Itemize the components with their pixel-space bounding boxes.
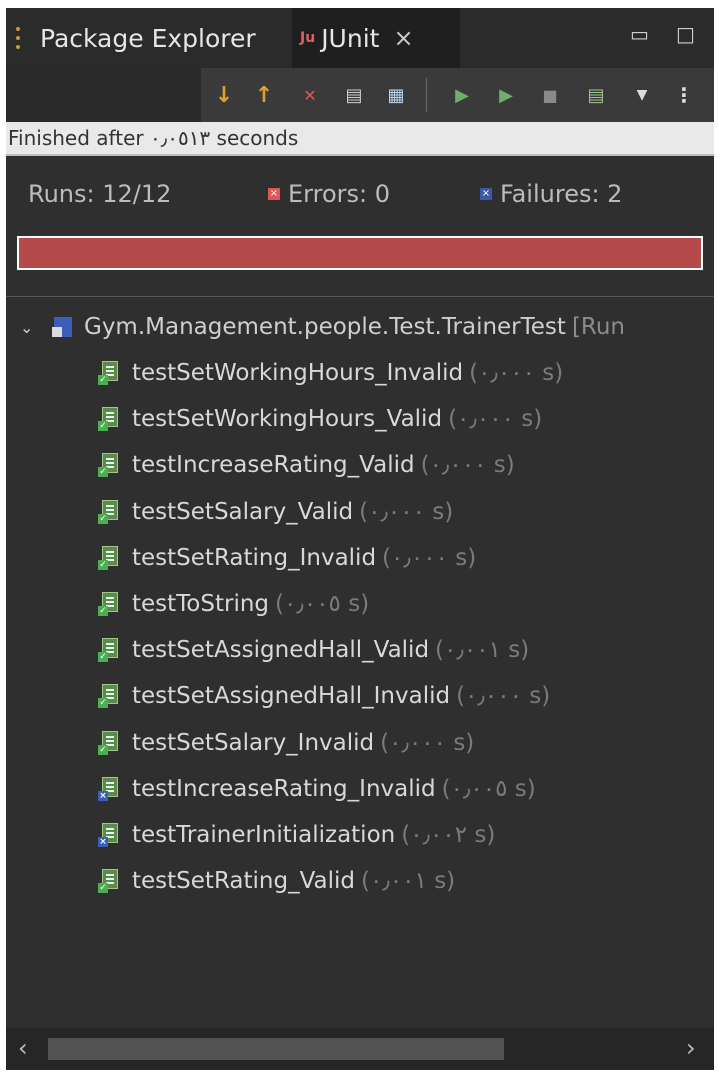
failures-label: Failures: 2: [500, 180, 623, 208]
test-suite-icon: [52, 317, 72, 337]
test-case-time: (٠٫٠٠٠ s): [420, 452, 515, 478]
test-case-row[interactable]: ✓ testSetRating_Invalid (٠٫٠٠٠ s): [98, 541, 476, 575]
test-case-time: (٠٫٠٠٥ s): [275, 591, 370, 617]
test-passed-icon: ✓: [98, 638, 120, 662]
test-case-row[interactable]: ✓ testIncreaseRating_Valid (٠٫٠٠٠ s): [98, 448, 515, 482]
test-case-name: testSetWorkingHours_Valid: [132, 406, 443, 432]
rerun-failed-icon[interactable]: ▶: [492, 81, 520, 109]
failures-counter: × Failures: 2: [480, 180, 622, 208]
test-case-row[interactable]: ✓ testSetSalary_Valid (٠٫٠٠٠ s): [98, 495, 453, 529]
junit-view: Package Explorer Ju JUnit × ▭ □ ↓ ↑ ✕ ▤ …: [6, 8, 714, 1070]
scrollbar-thumb[interactable]: [48, 1038, 504, 1060]
test-passed-icon: ✓: [98, 500, 120, 524]
test-passed-icon: ✓: [98, 361, 120, 385]
test-case-time: (٠٫٠٠٠ s): [469, 360, 564, 386]
test-case-row[interactable]: ✓ testToString (٠٫٠٠٥ s): [98, 587, 369, 621]
chevron-right-icon[interactable]: ›: [686, 1034, 696, 1062]
test-case-time: (٠٫٠٠١ s): [361, 868, 456, 894]
test-failed-icon: ×: [98, 777, 120, 801]
test-case-name: testSetSalary_Valid: [132, 499, 354, 525]
test-suite-label: Gym.Management.people.Test.TrainerTest: [84, 314, 566, 340]
test-passed-icon: ✓: [98, 869, 120, 893]
toolbar: ↓ ↑ ✕ ▤ ▦ ▶ ▶ ■ ▤ ▼ ⋮: [6, 68, 714, 122]
test-case-row[interactable]: × testTrainerInitialization (٠٫٠٠٢ s): [98, 818, 495, 852]
failure-icon: ×: [480, 188, 492, 200]
dropdown-icon[interactable]: ▼: [628, 81, 656, 109]
previous-failure-icon[interactable]: ↑: [250, 81, 278, 109]
test-case-name: testIncreaseRating_Invalid: [132, 776, 436, 802]
test-case-name: testSetAssignedHall_Valid: [132, 637, 430, 663]
test-case-time: (٠٫٠٠٢ s): [401, 822, 496, 848]
status-message: Finished after ٠٫٠٥١٣ seconds: [6, 122, 714, 154]
test-case-row[interactable]: ✓ testSetWorkingHours_Valid (٠٫٠٠٠ s): [98, 402, 542, 436]
test-case-time: (٠٫٠٠٠ s): [382, 545, 477, 571]
package-explorer-icon: [16, 27, 30, 49]
test-failed-icon: ×: [98, 823, 120, 847]
chevron-down-icon[interactable]: ⌄: [20, 318, 44, 337]
test-case-time: (٠٫٠٠٠ s): [456, 683, 551, 709]
test-case-name: testSetRating_Invalid: [132, 545, 377, 571]
test-passed-icon: ✓: [98, 453, 120, 477]
error-icon: ×: [268, 188, 280, 200]
test-case-row[interactable]: ✓ testSetRating_Valid (٠٫٠٠١ s): [98, 864, 455, 898]
chevron-left-icon[interactable]: ‹: [18, 1034, 28, 1062]
horizontal-scrollbar[interactable]: ‹ ›: [6, 1028, 714, 1070]
tab-bar: Package Explorer Ju JUnit × ▭ □: [6, 8, 714, 68]
errors-label: Errors: 0: [288, 180, 390, 208]
scroll-lock-icon[interactable]: ▤: [340, 81, 368, 109]
test-case-row[interactable]: ✓ testSetAssignedHall_Invalid (٠٫٠٠٠ s): [98, 679, 550, 713]
rerun-icon[interactable]: ▶: [448, 81, 476, 109]
test-case-name: testTrainerInitialization: [132, 822, 396, 848]
progress-fill: [19, 238, 701, 268]
test-case-name: testSetRating_Valid: [132, 868, 356, 894]
next-failure-icon[interactable]: ↓: [210, 81, 238, 109]
view-menu-icon[interactable]: ⋮: [670, 81, 698, 109]
runs-counter: Runs: 12/12: [28, 180, 172, 208]
test-suite-node[interactable]: ⌄ Gym.Management.people.Test.TrainerTest…: [20, 310, 625, 344]
test-case-name: testIncreaseRating_Valid: [132, 452, 415, 478]
maximize-icon[interactable]: □: [676, 22, 695, 46]
test-case-time: (٠٫٠٠٥ s): [441, 776, 536, 802]
test-case-name: testSetWorkingHours_Invalid: [132, 360, 464, 386]
layout-icon[interactable]: ▤: [582, 81, 610, 109]
history-icon[interactable]: ▦: [382, 81, 410, 109]
errors-counter: × Errors: 0: [268, 180, 390, 208]
minimize-icon[interactable]: ▭: [630, 22, 649, 46]
tab-label: JUnit: [321, 23, 380, 53]
test-case-time: (٠٫٠٠٠ s): [380, 730, 475, 756]
stop-icon[interactable]: ■: [536, 81, 564, 109]
test-case-time: (٠٫٠٠١ s): [435, 637, 530, 663]
test-case-name: testSetAssignedHall_Invalid: [132, 683, 451, 709]
test-case-name: testSetSalary_Invalid: [132, 730, 375, 756]
test-case-row[interactable]: × testIncreaseRating_Invalid (٠٫٠٠٥ s): [98, 772, 536, 806]
test-passed-icon: ✓: [98, 407, 120, 431]
tab-label: Package Explorer: [40, 23, 256, 53]
test-passed-icon: ✓: [98, 546, 120, 570]
junit-icon: Ju: [300, 30, 316, 46]
test-passed-icon: ✓: [98, 731, 120, 755]
test-runner-label: [Run: [571, 314, 626, 340]
test-case-row[interactable]: ✓ testSetSalary_Invalid (٠٫٠٠٠ s): [98, 726, 474, 760]
test-passed-icon: ✓: [98, 592, 120, 616]
test-case-row[interactable]: ✓ testSetWorkingHours_Invalid (٠٫٠٠٠ s): [98, 356, 563, 390]
show-failures-only-icon[interactable]: ✕: [296, 81, 324, 109]
test-case-time: (٠٫٠٠٠ s): [359, 499, 454, 525]
test-case-name: testToString: [132, 591, 270, 617]
test-case-time: (٠٫٠٠٠ s): [448, 406, 543, 432]
progress-bar: [17, 236, 703, 270]
test-case-row[interactable]: ✓ testSetAssignedHall_Valid (٠٫٠٠١ s): [98, 633, 529, 667]
tab-junit[interactable]: Ju JUnit ×: [292, 8, 460, 68]
test-tree[interactable]: ⌄ Gym.Management.people.Test.TrainerTest…: [6, 306, 714, 1028]
close-icon[interactable]: ×: [393, 24, 413, 52]
test-passed-icon: ✓: [98, 684, 120, 708]
tab-package-explorer[interactable]: Package Explorer: [16, 8, 256, 68]
